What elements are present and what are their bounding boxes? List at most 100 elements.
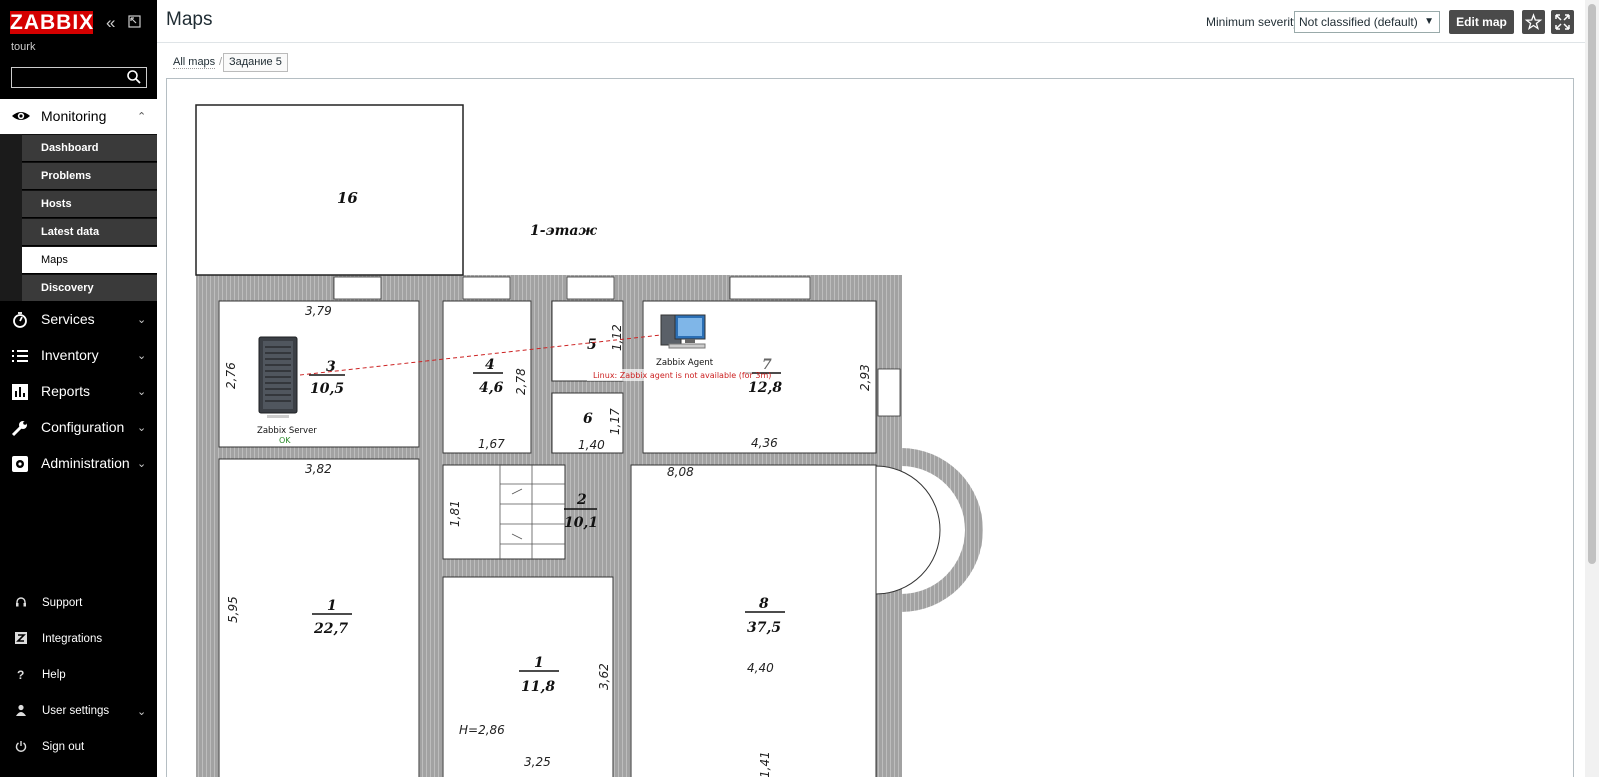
dim-label: 2,76 (224, 362, 238, 389)
min-severity-select[interactable]: Not classified (default) ▼ (1294, 11, 1440, 33)
breadcrumb-separator: / (219, 56, 223, 68)
menu-help[interactable]: ? Help (0, 662, 157, 692)
room-4-area: 4,6 (479, 380, 504, 396)
gear-icon (11, 455, 31, 473)
page-title: Maps (166, 9, 213, 30)
page-scrollbar[interactable] (1585, 0, 1599, 777)
collapse-sidebar-icon[interactable]: « (106, 14, 115, 31)
star-icon (1524, 13, 1543, 31)
favourite-button[interactable] (1522, 10, 1545, 34)
room-5-num: 5 (587, 337, 597, 353)
room-1b-area: 11,8 (521, 679, 555, 695)
chevron-down-icon: ⌄ (137, 386, 147, 398)
room-8-num: 8 (759, 596, 769, 612)
chevron-down-icon: ⌄ (137, 458, 147, 470)
submenu-maps[interactable]: Maps (22, 246, 157, 273)
room-1a-area: 22,7 (313, 621, 348, 637)
dim-label: H=2,86 (459, 723, 505, 737)
dim-label: 3,62 (597, 663, 611, 690)
dim-label: 5,95 (226, 596, 240, 623)
page-header: Maps Minimum severity Not classified (de… (157, 0, 1585, 43)
room-8-area: 37,5 (747, 620, 781, 636)
menu-monitoring[interactable]: Monitoring ⌃ (0, 99, 157, 134)
menu-label-monitoring: Monitoring (41, 108, 107, 124)
dim-label: 1,40 (578, 438, 605, 452)
menu-inventory[interactable]: Inventory ⌄ (0, 338, 157, 372)
map-canvas: 16 1-этаж 3 10,5 4 4,6 5 6 7 12,8 2 10,1… (166, 78, 1574, 777)
scrollbar-thumb[interactable] (1588, 4, 1596, 564)
menu-label-inventory: Inventory (41, 347, 99, 363)
chevron-down-icon: ⌄ (137, 706, 147, 718)
room-1b-num: 1 (534, 655, 544, 671)
menu-reports[interactable]: Reports ⌄ (0, 374, 157, 408)
room-3-num: 3 (326, 359, 336, 375)
room-7-area: 12,8 (748, 380, 782, 396)
submenu-stripe (0, 134, 22, 301)
menu-services[interactable]: Services ⌄ (0, 302, 157, 336)
help-icon: ? (17, 668, 25, 682)
submenu-discovery[interactable]: Discovery (22, 274, 157, 301)
breadcrumb-current-map[interactable]: Задание 5 (223, 53, 288, 72)
menu-administration[interactable]: Administration ⌄ (0, 446, 157, 480)
host-problem-zabbix-agent: Linux: Zabbix agent is not available (fo… (593, 371, 771, 380)
dim-label: 3,79 (305, 304, 332, 318)
dim-label: 2,93 (858, 364, 872, 391)
menu-support[interactable]: Support (0, 590, 157, 620)
dim-label: 1,41 (758, 751, 772, 777)
edit-map-button[interactable]: Edit map (1449, 10, 1514, 34)
server-icon (258, 336, 298, 418)
wrench-icon (11, 419, 31, 437)
menu-configuration[interactable]: Configuration ⌄ (0, 410, 157, 444)
headset-icon (15, 596, 27, 611)
host-name-zabbix-server: Zabbix Server (257, 426, 317, 436)
room-1a-num: 1 (327, 598, 337, 614)
submenu-problems[interactable]: Problems (22, 162, 157, 189)
chevron-down-icon: ⌄ (137, 422, 147, 434)
menu-label-services: Services (41, 311, 95, 327)
dim-label: 4,36 (751, 436, 778, 450)
search-icon[interactable] (126, 69, 144, 86)
chevron-up-icon: ⌃ (137, 111, 147, 123)
chevron-down-icon: ⌄ (137, 350, 147, 362)
menu-sign-out[interactable]: Sign out (0, 734, 157, 764)
menu-user-settings[interactable]: User settings ⌄ (0, 698, 157, 728)
breadcrumb-all-maps[interactable]: All maps (173, 56, 216, 69)
integrations-label: Integrations (42, 633, 103, 645)
zabbix-logo[interactable]: ZABBIX (10, 11, 93, 34)
eye-icon (11, 107, 31, 125)
fullscreen-button[interactable] (1551, 10, 1574, 34)
floor-label: 1-этаж (530, 223, 597, 239)
kiosk-mode-icon[interactable] (128, 14, 141, 31)
menu-integrations[interactable]: Integrations (0, 626, 157, 656)
user-settings-label: User settings (42, 705, 110, 717)
server-name: tourk (11, 41, 36, 53)
list-icon (11, 347, 31, 365)
dim-label: 1,81 (448, 500, 462, 527)
bar-chart-icon (11, 383, 31, 401)
fullscreen-icon (1555, 14, 1570, 30)
min-severity-value: Not classified (default) (1299, 15, 1418, 29)
dim-label: 2,78 (514, 368, 528, 395)
dim-label: 4,40 (747, 661, 774, 675)
dim-label: 3,82 (305, 462, 332, 476)
chevron-down-icon: ▼ (1424, 16, 1434, 27)
host-name-zabbix-agent: Zabbix Agent (656, 358, 714, 368)
room-16 (195, 104, 464, 276)
chevron-down-icon: ⌄ (137, 314, 147, 326)
power-icon (15, 740, 27, 755)
room-2-area: 10,1 (564, 515, 598, 531)
stopwatch-icon (11, 311, 31, 329)
room-16-num: 16 (337, 189, 358, 207)
menu-label-configuration: Configuration (41, 419, 125, 435)
dim-label: 1,12 (610, 324, 624, 351)
submenu-hosts[interactable]: Hosts (22, 190, 157, 217)
sidebar: ZABBIX « tourk Monitoring ⌃ Dashboard Pr… (0, 0, 157, 777)
dim-label: 1,17 (608, 408, 622, 435)
room-4-num: 4 (485, 357, 495, 373)
submenu-latest-data[interactable]: Latest data (22, 218, 157, 245)
dim-label: 8,08 (667, 465, 694, 479)
sign-out-label: Sign out (42, 741, 85, 753)
submenu-dashboard[interactable]: Dashboard (22, 134, 157, 161)
room-2-num: 2 (576, 492, 587, 508)
support-label: Support (42, 597, 83, 609)
